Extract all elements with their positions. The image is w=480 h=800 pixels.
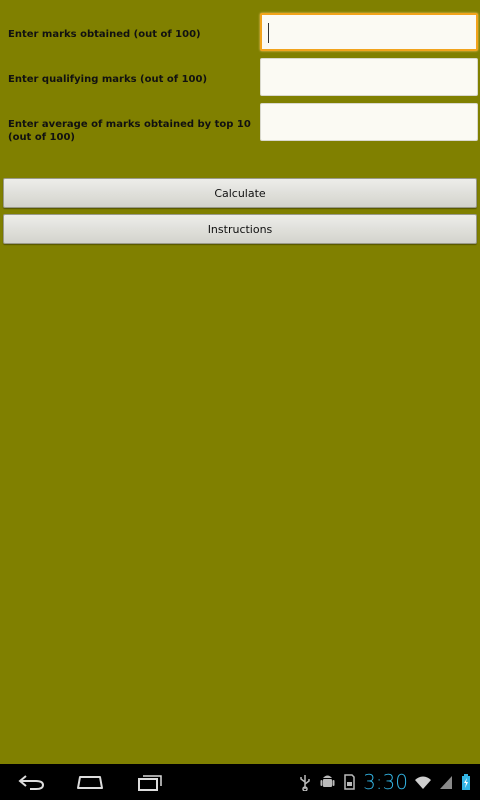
calculate-button[interactable]: Calculate xyxy=(3,178,477,208)
marks-obtained-label: Enter marks obtained (out of 100) xyxy=(8,29,201,40)
marks-obtained-input[interactable] xyxy=(260,13,478,51)
top10-average-input[interactable] xyxy=(260,103,478,141)
status-area: 3:30 xyxy=(297,770,472,794)
home-icon[interactable] xyxy=(74,772,106,792)
text-cursor xyxy=(268,23,269,43)
app-screen: Enter marks obtained (out of 100) Enter … xyxy=(0,0,480,764)
top10-average-label: Enter average of marks obtained by top 1… xyxy=(8,119,251,143)
sd-card-icon xyxy=(344,774,355,790)
qualifying-marks-label: Enter qualifying marks (out of 100) xyxy=(8,74,208,85)
signal-icon xyxy=(440,776,452,789)
battery-icon xyxy=(462,774,470,790)
status-clock: 3:30 xyxy=(363,770,408,794)
instructions-button[interactable]: Instructions xyxy=(3,214,477,244)
android-debug-icon xyxy=(320,775,335,787)
usb-icon xyxy=(300,775,310,791)
qualifying-marks-input[interactable] xyxy=(260,58,478,96)
system-bar: 3:30 xyxy=(0,764,480,800)
wifi-icon xyxy=(415,776,431,789)
recent-apps-icon[interactable] xyxy=(134,772,166,792)
back-icon[interactable] xyxy=(16,772,48,792)
